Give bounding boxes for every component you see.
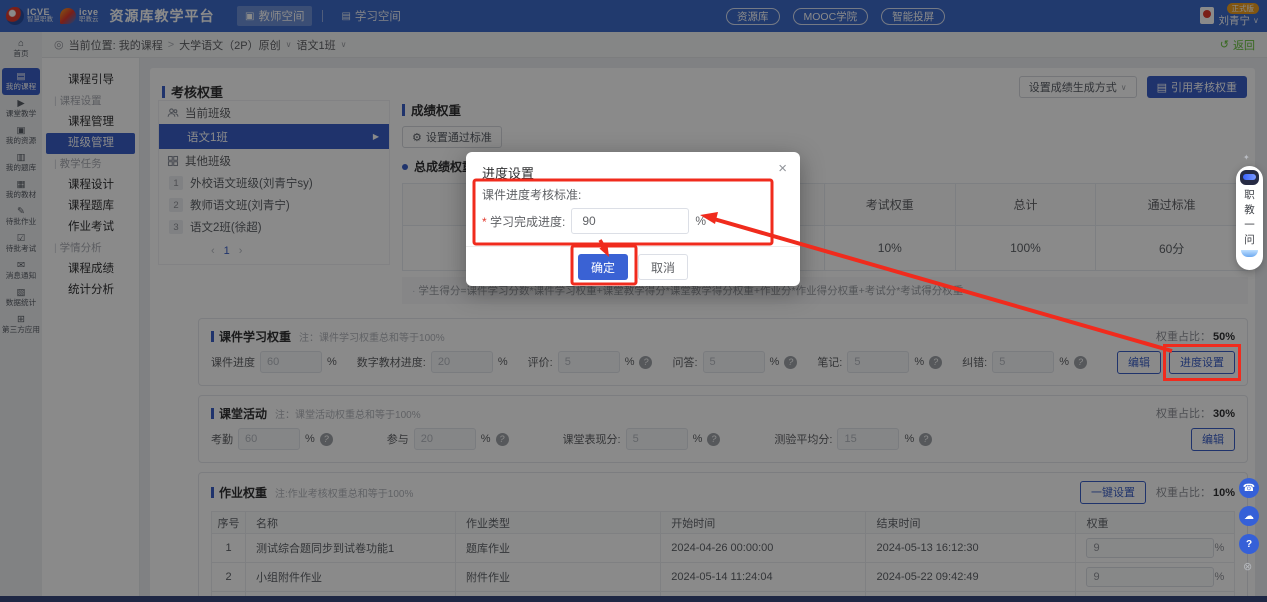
customer-service-icon: ☎: [1243, 483, 1255, 494]
question-icon: ?: [1246, 539, 1252, 550]
completion-progress-label: 学习完成进度:: [482, 213, 565, 230]
standard-label: 课件进度考核标准:: [482, 186, 581, 203]
dialog-title: 进度设置: [482, 163, 534, 182]
assistant-label: 职 教 一 问: [1244, 188, 1255, 248]
cloud-download-icon: ☁: [1244, 511, 1254, 522]
confirm-button[interactable]: 确定: [578, 254, 628, 280]
close-icon[interactable]: ×: [778, 160, 787, 177]
completion-progress-input[interactable]: [571, 208, 689, 234]
robot-icon: [1240, 170, 1259, 185]
progress-settings-dialog: 进度设置 × 课件进度考核标准: 学习完成进度: % 确定 取消: [466, 152, 800, 286]
cloud-download-button[interactable]: ☁: [1239, 506, 1259, 526]
percent-unit: %: [695, 214, 706, 228]
help-button[interactable]: ?: [1239, 534, 1259, 554]
wave-decoration: [1241, 250, 1258, 257]
app-window: ICVE智慧职教 icve职教云 资源库教学平台 ▣ 教师空间 ▤ 学习空间 资…: [0, 0, 1267, 602]
cancel-button[interactable]: 取消: [638, 254, 688, 280]
collapse-widgets-icon[interactable]: ⊗: [1243, 560, 1252, 573]
assistant-widget[interactable]: 职 教 一 问: [1236, 166, 1263, 270]
sparkle-icon: ✦: [1243, 153, 1250, 162]
modal-mask[interactable]: [0, 0, 1267, 602]
customer-service-button[interactable]: ☎: [1239, 478, 1259, 498]
